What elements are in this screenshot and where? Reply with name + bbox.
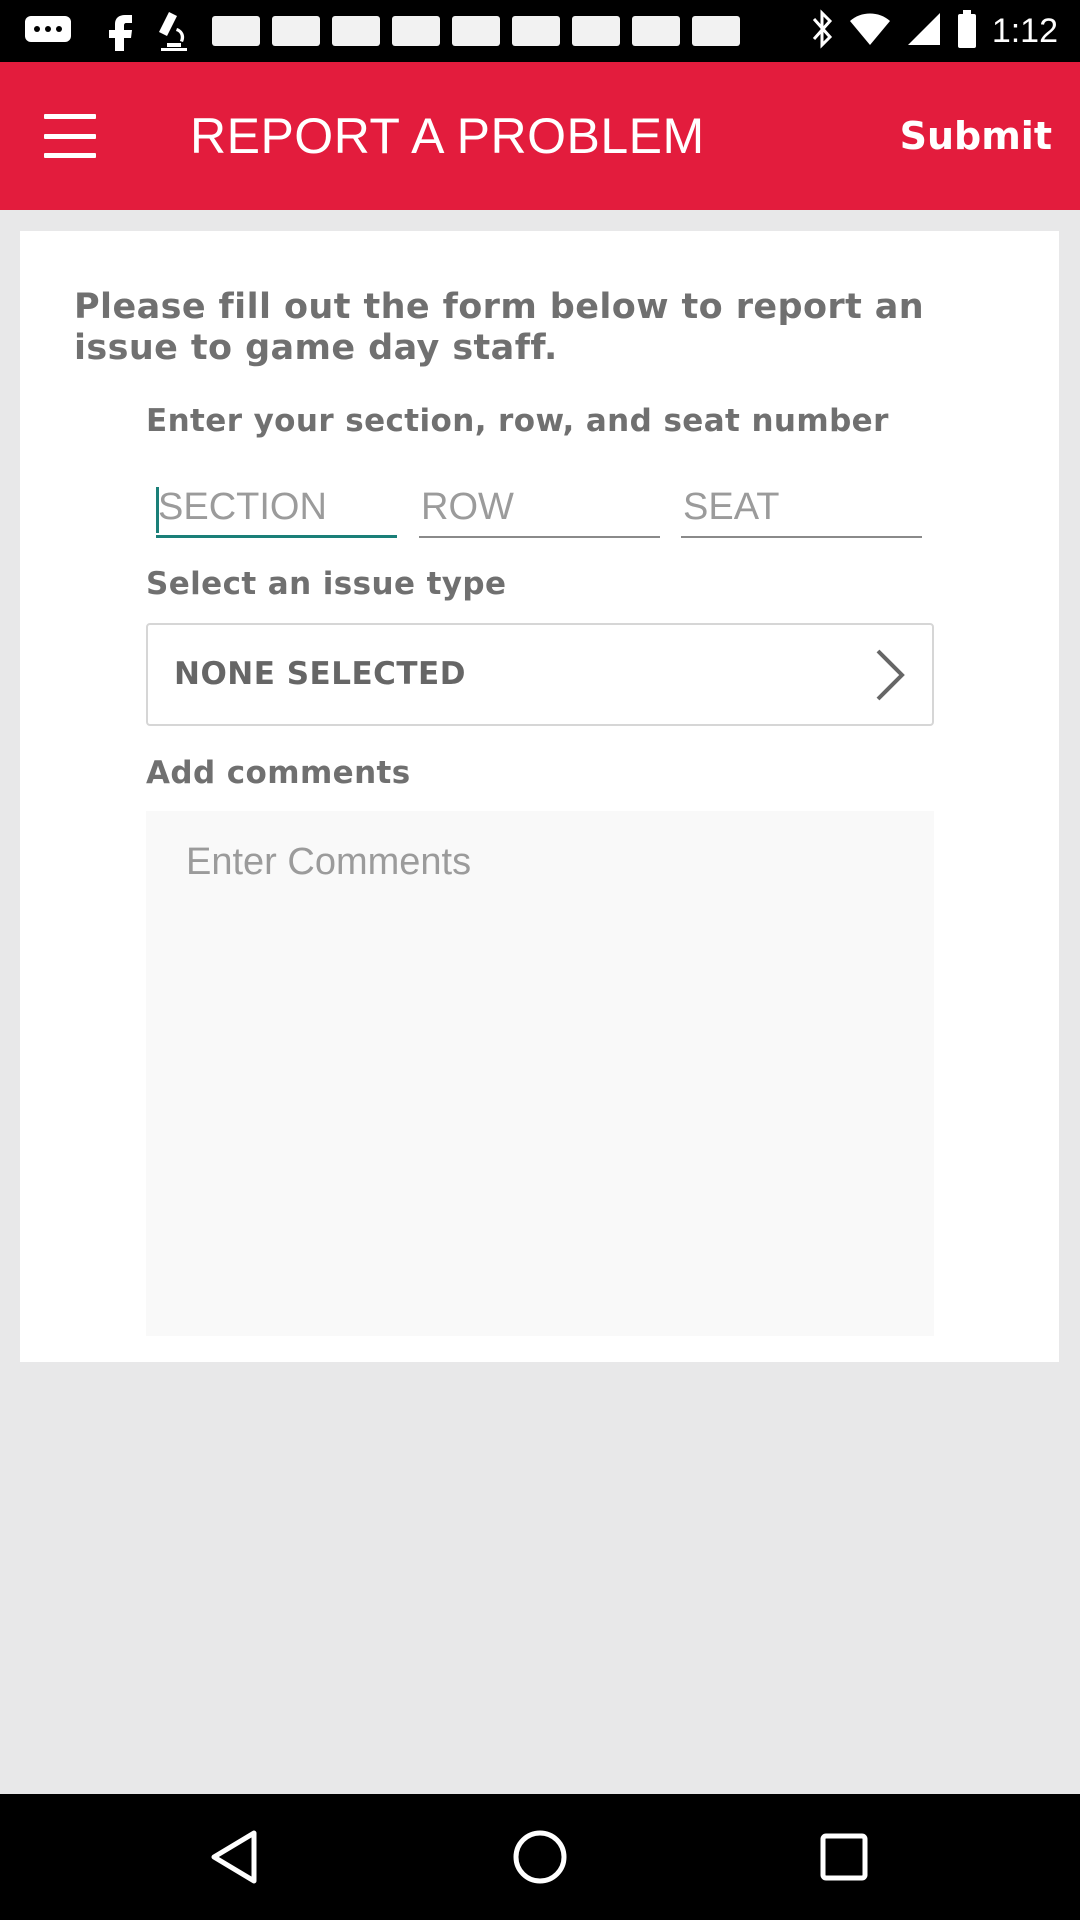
- home-icon[interactable]: [510, 1827, 570, 1887]
- seat-input[interactable]: SEAT: [681, 483, 922, 538]
- bluetooth-icon: [810, 9, 834, 53]
- back-icon[interactable]: [206, 1827, 266, 1887]
- app-bar: REPORT A PROBLEM Submit: [0, 62, 1080, 210]
- text-cursor: [156, 487, 159, 533]
- notification-icon: [452, 14, 500, 48]
- report-form-card: Please fill out the form below to report…: [20, 231, 1059, 1362]
- seat-location-label: Enter your section, row, and seat number: [146, 403, 889, 439]
- notification-icon: [392, 14, 440, 48]
- battery-icon: [956, 9, 978, 53]
- section-input[interactable]: SECTION: [156, 483, 397, 538]
- page-title: REPORT A PROBLEM: [190, 108, 705, 164]
- notification-icon: [212, 14, 260, 48]
- notification-icon: [512, 14, 560, 48]
- chevron-right-icon: [876, 649, 905, 701]
- seat-placeholder: SEAT: [683, 486, 780, 528]
- wifi-icon: [848, 11, 892, 51]
- comments-label: Add comments: [146, 755, 411, 791]
- facebook-icon: [100, 14, 140, 51]
- status-icons: 1:12: [810, 0, 1058, 62]
- signal-icon: [906, 11, 942, 51]
- microscope-icon: [152, 12, 196, 51]
- issue-type-label: Select an issue type: [146, 566, 507, 602]
- form-intro-text: Please fill out the form below to report…: [74, 287, 925, 368]
- notification-icon: [332, 14, 380, 48]
- status-time: 1:12: [991, 11, 1058, 50]
- notification-icon: [632, 14, 680, 48]
- comments-placeholder: Enter Comments: [186, 841, 472, 883]
- notification-icon: [572, 14, 620, 48]
- issue-type-value: NONE SELECTED: [174, 656, 466, 692]
- notification-icon: [272, 14, 320, 48]
- system-nav-bar: [0, 1794, 1080, 1920]
- status-bar: 1:12: [0, 0, 1080, 62]
- row-placeholder: ROW: [421, 486, 514, 528]
- notification-icon: [692, 14, 740, 48]
- comments-textarea[interactable]: Enter Comments: [146, 811, 934, 1336]
- submit-button[interactable]: Submit: [900, 62, 1052, 210]
- message-icon: [20, 14, 76, 48]
- recents-icon[interactable]: [814, 1827, 874, 1887]
- menu-icon[interactable]: [44, 114, 100, 158]
- section-placeholder: SECTION: [158, 486, 327, 528]
- row-input[interactable]: ROW: [419, 483, 660, 538]
- issue-type-select[interactable]: NONE SELECTED: [146, 623, 934, 726]
